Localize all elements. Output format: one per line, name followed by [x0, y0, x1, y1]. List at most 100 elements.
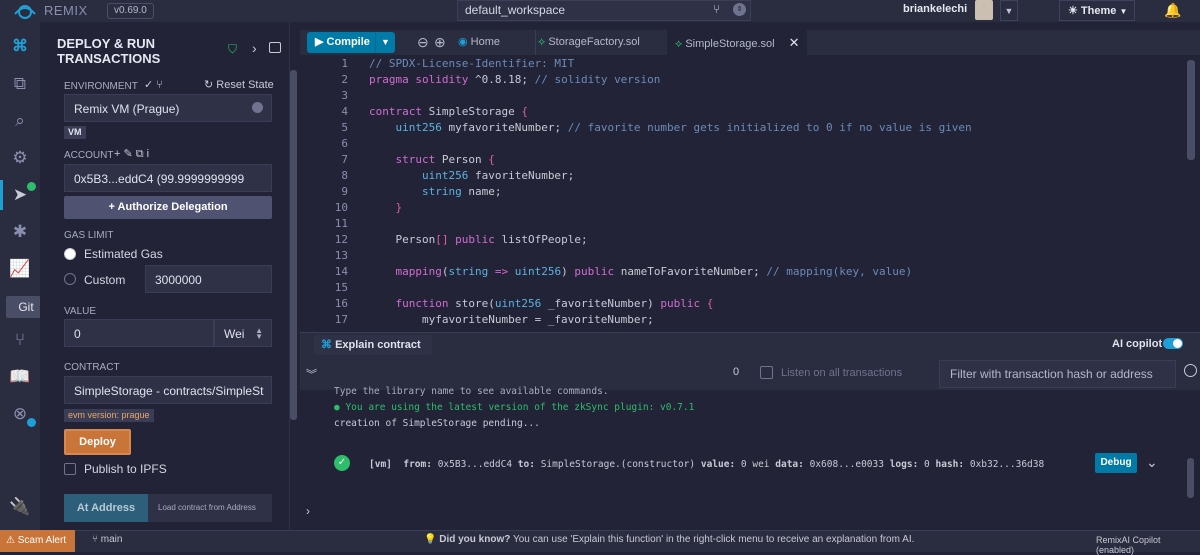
- gas-limit-input[interactable]: 3000000: [145, 265, 272, 293]
- gas-limit-value: 3000000: [155, 273, 202, 287]
- contract-label: CONTRACT: [64, 362, 120, 373]
- top-bar: REMIX v0.69.0 default_workspace ⑂ ⇕ bria…: [0, 0, 1200, 22]
- tab-storagefactory[interactable]: ⟡ StorageFactory.sol: [535, 30, 667, 55]
- compile-chevron-icon[interactable]: ▼: [375, 32, 395, 53]
- code-line: contract SimpleStorage {: [369, 105, 528, 118]
- value-unit-select[interactable]: Wei ▲ ▼: [214, 319, 272, 347]
- filter-placeholder: Filter with transaction hash or address: [950, 367, 1153, 381]
- reset-state-button[interactable]: ↻ Reset State: [204, 78, 274, 91]
- user-menu-chevron-icon[interactable]: ▼: [1000, 0, 1018, 21]
- solidity-compiler-icon[interactable]: ⚙: [0, 143, 40, 173]
- did-you-know-label: Did you know?: [439, 534, 511, 545]
- authorize-label: Authorize Delegation: [117, 201, 228, 213]
- clear-console-icon[interactable]: [1184, 364, 1197, 377]
- at-address-button[interactable]: At Address: [64, 494, 148, 522]
- code-line: }: [395, 201, 403, 214]
- transaction-count: 0: [733, 366, 740, 378]
- zoom-in-icon[interactable]: ⊕: [434, 30, 446, 55]
- code-line: uint256 myfavoriteNumber; // favorite nu…: [395, 121, 972, 134]
- remix-logo-icon: [14, 5, 36, 19]
- lightbulb-icon: 💡: [424, 534, 440, 545]
- file-explorer-icon[interactable]: ⧉: [0, 69, 40, 99]
- ai-copilot-toggle[interactable]: [1163, 338, 1183, 349]
- terminal-line: creation of SimpleStorage pending...: [334, 418, 540, 429]
- contract-select[interactable]: SimpleStorage - contracts/SimpleSt: [64, 376, 272, 404]
- listen-transactions-checkbox[interactable]: [760, 366, 773, 379]
- environment-value: Remix VM (Prague): [74, 102, 180, 116]
- tx-logs: 0: [924, 459, 930, 470]
- theme-label: Theme: [1080, 5, 1117, 17]
- estimated-gas-radio[interactable]: [64, 248, 76, 260]
- code-line: struct Person {: [395, 153, 495, 166]
- code-line: // SPDX-License-Identifier: MIT: [369, 57, 575, 70]
- workspace-select[interactable]: default_workspace: [457, 0, 751, 21]
- deploy-button[interactable]: Deploy: [64, 429, 131, 455]
- authorize-delegation-button[interactable]: + Authorize Delegation: [64, 196, 272, 219]
- environment-select[interactable]: Remix VM (Prague): [64, 94, 272, 122]
- side-panel-scrollbar[interactable]: [290, 70, 297, 420]
- tx-vm: [vm]: [369, 459, 392, 470]
- ai-sparkle-icon: ⌘: [321, 339, 336, 351]
- custom-gas-radio[interactable]: [64, 273, 76, 285]
- environment-icons[interactable]: ✓ ⑂: [144, 78, 163, 91]
- transaction-filter-input[interactable]: Filter with transaction hash or address: [939, 360, 1176, 388]
- account-value: 0x5B3...eddC4 (99.9999999999: [74, 172, 245, 186]
- analytics-icon[interactable]: 📈: [0, 254, 40, 284]
- chevron-down-icon: ▼: [1119, 7, 1128, 16]
- terminal-line-text: You are using the latest version of the …: [345, 402, 695, 413]
- load-contract-input[interactable]: Load contract from Address: [148, 494, 272, 522]
- copilot-status[interactable]: RemixAI Copilot (enabled): [1096, 535, 1200, 555]
- bell-icon[interactable]: 🔔: [1164, 2, 1181, 19]
- learneth-icon[interactable]: 📖: [0, 362, 40, 392]
- avatar[interactable]: [975, 0, 993, 20]
- line-number: 7: [341, 153, 348, 166]
- publish-ipfs-checkbox[interactable]: [64, 463, 76, 475]
- debugger-icon[interactable]: ✱: [0, 217, 40, 247]
- tab-simplestorage[interactable]: ⟡ SimpleStorage.sol ✕: [667, 30, 807, 55]
- collapse-terminal-icon[interactable]: ︾: [306, 366, 317, 382]
- zoom-out-icon[interactable]: ⊖: [417, 30, 429, 55]
- load-contract-placeholder: Load contract from Address: [158, 503, 256, 512]
- expand-transaction-icon[interactable]: ⌄: [1146, 454, 1158, 471]
- terminal-prompt[interactable]: ›: [306, 504, 310, 518]
- reset-icon: ↻: [204, 79, 217, 91]
- close-icon[interactable]: ✕: [789, 35, 800, 50]
- plugin-badge: [27, 418, 36, 427]
- ai-copilot-label: AI copilot: [1112, 338, 1163, 350]
- ai-bar: [300, 332, 1200, 358]
- debug-button[interactable]: Debug: [1095, 453, 1137, 473]
- scam-alert-button[interactable]: ⚠ Scam Alert: [0, 530, 75, 552]
- git-branch-icon: ⑂: [92, 534, 101, 545]
- transaction-log[interactable]: [vm] from: 0x5B3...eddC4 to: SimpleStora…: [369, 459, 1044, 470]
- value-input[interactable]: 0: [64, 319, 214, 347]
- code-line: Person[] public listOfPeople;: [369, 233, 588, 246]
- tab-home[interactable]: ◉ Home: [458, 30, 500, 55]
- ai-icon[interactable]: ⌘: [0, 32, 40, 62]
- tx-hash: 0xb32...36d38: [969, 459, 1045, 470]
- terminal-scrollbar[interactable]: [1187, 458, 1194, 498]
- chevron-right-icon[interactable]: ›: [252, 40, 257, 56]
- search-icon[interactable]: ⌕: [0, 106, 40, 136]
- explain-contract-button[interactable]: ⌘ Explain contract: [314, 335, 432, 355]
- branch-indicator[interactable]: ⑂ main: [92, 534, 122, 545]
- panel-toggle-icon[interactable]: [269, 42, 281, 53]
- git-icon[interactable]: ⑂: [0, 325, 40, 355]
- tx-value-label: value:: [700, 459, 736, 470]
- listen-transactions-label: Listen on all transactions: [781, 367, 903, 379]
- compile-button[interactable]: ▶ Compile ▼: [307, 32, 395, 53]
- line-number: 16: [334, 297, 348, 310]
- username[interactable]: briankelechi: [903, 3, 967, 15]
- account-action-icons[interactable]: + ✎ ⧉ i: [114, 147, 149, 161]
- value-unit: Wei: [224, 327, 245, 341]
- theme-button[interactable]: ☀ Theme ▼: [1059, 0, 1135, 21]
- plugin-manager-icon[interactable]: 🔌: [0, 492, 40, 522]
- play-icon: ▶: [315, 36, 327, 48]
- deploy-run-icon[interactable]: ➤: [0, 180, 40, 210]
- workspace-stepper-icon[interactable]: ⇕: [733, 3, 746, 16]
- line-number: 15: [334, 281, 348, 294]
- git-branch-icon[interactable]: ⑂: [713, 2, 720, 16]
- account-select[interactable]: 0x5B3...eddC4 (99.9999999999: [64, 164, 272, 192]
- editor-scrollbar[interactable]: [1187, 60, 1195, 160]
- contract-value: SimpleStorage - contracts/SimpleSt: [74, 384, 264, 398]
- line-number: 14: [334, 265, 348, 278]
